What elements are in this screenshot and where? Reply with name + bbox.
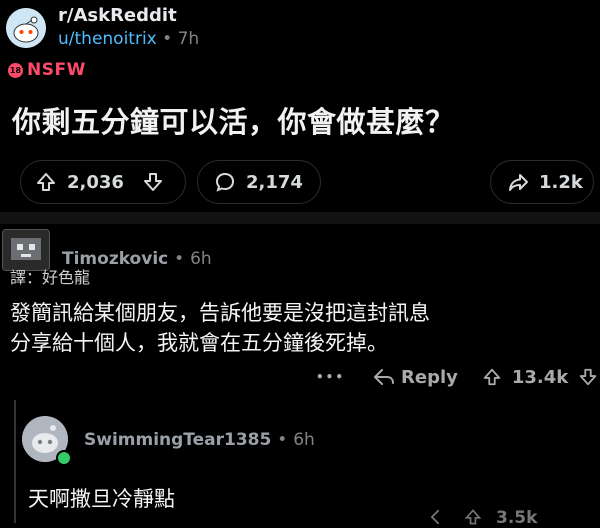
more-options-button[interactable]: •••	[316, 370, 345, 384]
upvote-icon[interactable]	[482, 367, 502, 387]
upvote-count: 2,036	[67, 171, 124, 193]
comments-button[interactable]: 2,174	[197, 160, 321, 204]
downvote-icon[interactable]	[142, 171, 164, 193]
post-title[interactable]: 你剩五分鐘可以活，你會做甚麼？	[12, 99, 455, 141]
translator-credit: 譯：好色龍	[10, 268, 91, 287]
nsfw-tag: 18 NSFW	[8, 60, 86, 80]
comment-body-line: 分享給十個人，我就會在五分鐘後死掉。	[10, 331, 388, 355]
post-time: 7h	[177, 29, 200, 49]
online-status-dot	[56, 450, 72, 466]
reply-time: 6h	[293, 430, 315, 450]
comment-body: 發簡訊給某個朋友，告訴他要是沒把這封訊息 分享給十個人，我就會在五分鐘後死掉。	[10, 298, 430, 358]
reply-label: Reply	[401, 366, 458, 388]
post-meta: u/thenoitrix • 7h	[58, 29, 199, 49]
reply-author[interactable]: SwimmingTear1385	[84, 430, 271, 450]
nsfw-label: NSFW	[27, 60, 86, 80]
subreddit-name[interactable]: r/AskReddit	[58, 5, 177, 26]
share-count: 1.2k	[539, 171, 583, 193]
comment-icon	[214, 171, 236, 193]
reply-body: 天啊撒旦冷靜點	[28, 487, 175, 511]
reply-vote-count: 3.5k	[496, 508, 538, 528]
meta-separator: •	[277, 430, 288, 450]
reply-button[interactable]: Reply	[373, 367, 458, 388]
meta-separator: •	[174, 249, 185, 269]
comment-actions: ••• Reply 13.4k	[316, 362, 598, 392]
comment-body-line: 發簡訊給某個朋友，告訴他要是沒把這封訊息	[10, 301, 430, 325]
reply-icon[interactable]	[430, 508, 450, 528]
reply-icon	[374, 369, 395, 385]
comment-time: 6h	[190, 249, 212, 269]
section-divider	[0, 212, 600, 224]
share-icon	[507, 171, 529, 193]
upvote-icon[interactable]	[35, 171, 57, 193]
upvote-icon[interactable]	[464, 508, 482, 528]
share-button[interactable]: 1.2k	[490, 160, 594, 204]
comment-count: 2,174	[246, 171, 303, 193]
reply-meta: SwimmingTear1385 • 6h	[84, 430, 315, 450]
downvote-icon[interactable]	[578, 367, 598, 387]
snoo-avatar-icon	[6, 8, 46, 48]
subreddit-avatar[interactable]	[6, 8, 46, 48]
comment-vote-count: 13.4k	[511, 366, 569, 388]
vote-bar: 2,036	[20, 160, 186, 204]
meta-separator: •	[162, 29, 173, 49]
post-author[interactable]: u/thenoitrix	[58, 29, 157, 49]
reply-actions-partial: 3.5k	[430, 508, 537, 528]
post-card: r/AskReddit u/thenoitrix • 7h 18 NSFW 你剩…	[0, 0, 600, 212]
thread-line[interactable]	[14, 400, 16, 523]
nsfw-icon: 18	[8, 62, 23, 78]
